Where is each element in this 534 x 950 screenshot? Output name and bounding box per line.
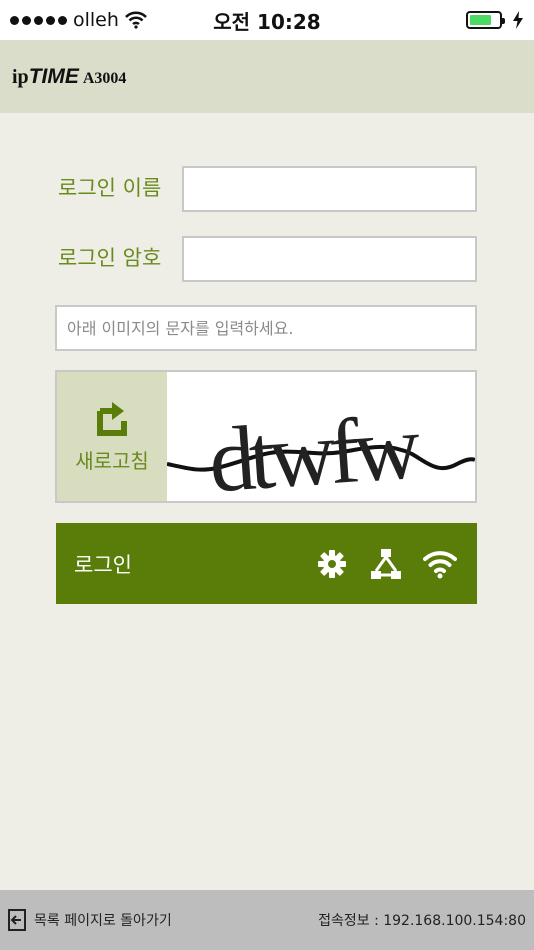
status-right <box>466 11 524 29</box>
brand-ip: ip <box>12 65 29 88</box>
back-to-list-link[interactable]: 목록 페이지로 돌아가기 <box>8 909 172 931</box>
wifi-icon <box>423 550 457 578</box>
network-icon <box>371 548 401 579</box>
refresh-button[interactable]: 새로고침 <box>57 372 167 501</box>
login-button[interactable]: 로그인 <box>56 523 477 604</box>
carrier-name: olleh <box>73 9 119 31</box>
footer: 목록 페이지로 돌아가기 접속정보 : 192.168.100.154:80 <box>0 890 534 950</box>
charging-icon <box>513 11 523 29</box>
captcha-box: 새로고침 dtwfw <box>55 370 477 503</box>
login-icons <box>315 523 457 604</box>
status-left: olleh <box>10 9 147 31</box>
model-name: A3004 <box>82 69 127 87</box>
username-input[interactable] <box>182 166 477 212</box>
captcha-image: dtwfw <box>167 372 475 501</box>
app-header: ip TIME A3004 <box>0 40 534 113</box>
captcha-input[interactable] <box>55 305 477 351</box>
captcha-text: dtwfw <box>206 395 424 501</box>
wifi-status-icon <box>125 11 147 29</box>
network-button[interactable] <box>369 547 403 581</box>
captcha-graphic: dtwfw <box>167 395 475 501</box>
gear-icon <box>318 549 346 578</box>
signal-strength-icon <box>10 15 67 25</box>
username-label: 로그인 이름 <box>58 176 162 200</box>
login-label: 로그인 <box>74 552 132 577</box>
status-bar: olleh 오전 10:28 <box>0 0 534 40</box>
connection-info: 접속정보 : 192.168.100.154:80 <box>318 913 526 929</box>
password-label: 로그인 암호 <box>58 246 162 270</box>
exit-icon <box>8 909 26 931</box>
back-label: 목록 페이지로 돌아가기 <box>34 913 172 929</box>
wifi-button[interactable] <box>423 547 457 581</box>
settings-button[interactable] <box>315 547 349 581</box>
brand-logo: ip TIME A3004 <box>12 65 126 89</box>
refresh-label: 새로고침 <box>75 449 149 473</box>
password-input[interactable] <box>182 236 477 282</box>
brand-time: TIME <box>28 64 79 88</box>
battery-icon <box>466 11 505 29</box>
battery-level <box>470 15 491 25</box>
refresh-icon <box>97 402 127 436</box>
